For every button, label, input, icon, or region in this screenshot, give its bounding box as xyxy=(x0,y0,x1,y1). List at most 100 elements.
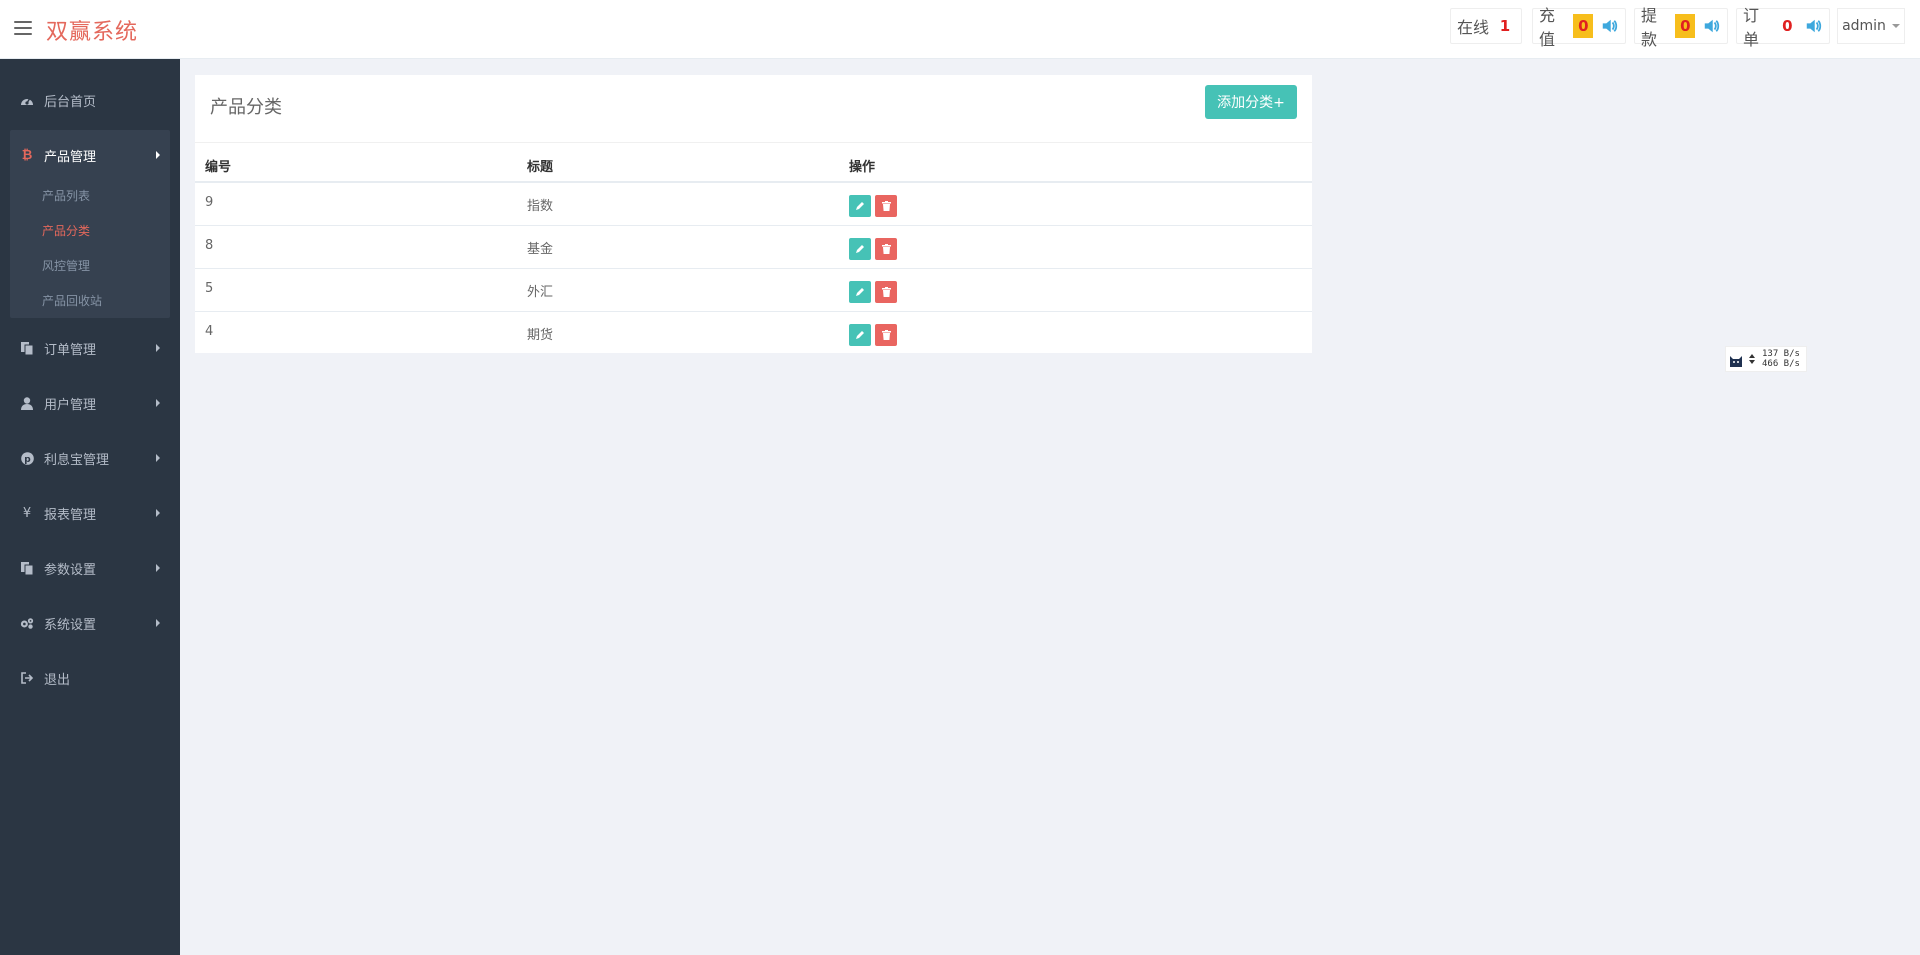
submenu-item-recycle-bin[interactable]: 产品回收站 xyxy=(42,292,102,309)
row-id: 5 xyxy=(205,281,214,296)
sidebar: 后台首页 ₿ 产品管理 产品列表 产品分类 风控管理 产品回收站 订单管理 用户… xyxy=(0,59,180,955)
sidebar-item-logout[interactable]: 退出 xyxy=(0,658,180,698)
chevron-down-icon xyxy=(1891,24,1900,28)
sidebar-item-label: 产品管理 xyxy=(44,149,97,165)
sidebar-item-label: 退出 xyxy=(44,672,71,688)
upload-speed: 137 B/s xyxy=(1762,349,1800,359)
speaker-icon[interactable] xyxy=(1805,16,1823,36)
network-speed-widget[interactable]: 137 B/s 466 B/s xyxy=(1725,346,1807,372)
table-header: 编号 标题 操作 xyxy=(195,142,1312,183)
stat-count: 0 xyxy=(1573,14,1594,38)
pencil-icon xyxy=(856,288,864,296)
user-menu[interactable]: admin xyxy=(1837,8,1905,44)
delete-button[interactable] xyxy=(875,238,897,260)
trash-icon xyxy=(881,201,891,211)
trash-icon xyxy=(881,287,891,297)
dashboard-icon xyxy=(20,93,34,107)
stat-recharge[interactable]: 充值 0 xyxy=(1532,6,1626,49)
edit-button[interactable] xyxy=(849,324,871,346)
user-icon xyxy=(20,396,34,410)
submenu-item-product-list[interactable]: 产品列表 xyxy=(42,187,90,204)
stat-count: 0 xyxy=(1675,14,1696,38)
chevron-right-icon xyxy=(156,619,160,627)
sidebar-item-params[interactable]: 参数设置 xyxy=(0,548,180,588)
menu-toggle-icon[interactable] xyxy=(14,21,32,35)
trash-icon xyxy=(881,330,891,340)
row-title: 期货 xyxy=(527,328,554,343)
stat-label: 在线 xyxy=(1457,18,1490,37)
row-id: 9 xyxy=(205,195,214,210)
stat-label: 充值 xyxy=(1539,6,1556,49)
stat-count: 1 xyxy=(1495,14,1515,38)
trash-icon xyxy=(881,244,891,254)
row-title: 外汇 xyxy=(527,285,554,300)
column-header-actions: 操作 xyxy=(849,160,876,175)
speaker-icon[interactable] xyxy=(1601,16,1619,36)
stat-label: 提款 xyxy=(1641,6,1658,49)
cat-icon xyxy=(1730,356,1742,367)
brand-title[interactable]: 双赢系统 xyxy=(46,14,138,46)
pencil-icon xyxy=(856,202,864,210)
chevron-right-icon xyxy=(156,151,160,159)
stat-orders[interactable]: 订单 0 xyxy=(1736,6,1830,49)
pinterest-icon: p xyxy=(20,451,34,465)
sidebar-item-interest[interactable]: p 利息宝管理 xyxy=(0,438,180,478)
chevron-right-icon xyxy=(156,344,160,352)
sidebar-item-users[interactable]: 用户管理 xyxy=(0,383,180,423)
sort-icon xyxy=(1749,354,1755,364)
sidebar-item-reports[interactable]: ¥ 报表管理 xyxy=(0,493,180,533)
stat-online[interactable]: 在线 1 xyxy=(1450,8,1522,44)
page-title: 产品分类 xyxy=(210,97,282,118)
pencil-icon xyxy=(856,245,864,253)
download-speed: 466 B/s xyxy=(1762,359,1800,369)
table-row: 8 基金 xyxy=(195,226,1312,269)
sign-out-icon xyxy=(20,671,34,685)
delete-button[interactable] xyxy=(875,281,897,303)
chevron-right-icon xyxy=(156,509,160,517)
column-header-title: 标题 xyxy=(527,160,554,175)
delete-button[interactable] xyxy=(875,324,897,346)
column-header-id: 编号 xyxy=(205,160,232,175)
copy-icon xyxy=(20,341,34,355)
table-row: 4 期货 xyxy=(195,312,1312,355)
sidebar-item-label: 报表管理 xyxy=(44,507,97,523)
user-name: admin xyxy=(1842,18,1886,34)
pencil-icon xyxy=(856,331,864,339)
edit-button[interactable] xyxy=(849,238,871,260)
sidebar-item-label: 用户管理 xyxy=(44,397,97,413)
bitcoin-icon: ₿ xyxy=(21,148,33,163)
chevron-right-icon xyxy=(156,564,160,572)
top-header: 双赢系统 在线 1 充值 0 提款 0 订单 0 admin xyxy=(0,0,1920,59)
sidebar-item-label: 系统设置 xyxy=(44,617,97,633)
row-title: 基金 xyxy=(527,242,554,257)
stat-withdraw[interactable]: 提款 0 xyxy=(1634,6,1728,49)
row-title: 指数 xyxy=(527,199,554,214)
sidebar-item-products[interactable]: ₿ 产品管理 xyxy=(10,135,170,175)
sidebar-item-dashboard[interactable]: 后台首页 xyxy=(0,80,180,120)
delete-button[interactable] xyxy=(875,195,897,217)
stat-label: 订单 xyxy=(1743,6,1760,49)
stat-count: 0 xyxy=(1777,14,1798,38)
copy-icon xyxy=(20,561,34,575)
sidebar-item-label: 后台首页 xyxy=(44,94,97,110)
row-id: 8 xyxy=(205,238,214,253)
yen-icon: ¥ xyxy=(22,505,32,521)
speaker-icon[interactable] xyxy=(1703,16,1721,36)
sidebar-item-label: 订单管理 xyxy=(44,342,97,358)
sidebar-item-system[interactable]: 系统设置 xyxy=(0,603,180,643)
edit-button[interactable] xyxy=(849,195,871,217)
sidebar-item-label: 利息宝管理 xyxy=(44,452,110,468)
submenu-item-risk-control[interactable]: 风控管理 xyxy=(42,257,90,274)
table-row: 9 指数 xyxy=(195,183,1312,226)
edit-button[interactable] xyxy=(849,281,871,303)
submenu-item-product-category[interactable]: 产品分类 xyxy=(42,222,90,239)
sidebar-item-label: 参数设置 xyxy=(44,562,97,578)
chevron-right-icon xyxy=(156,399,160,407)
add-category-button[interactable]: 添加分类+ xyxy=(1205,85,1297,119)
row-id: 4 xyxy=(205,324,214,339)
table-row: 5 外汇 xyxy=(195,269,1312,312)
cogs-icon xyxy=(20,616,34,630)
sidebar-item-orders[interactable]: 订单管理 xyxy=(0,328,180,368)
category-panel: 产品分类 添加分类+ 编号 标题 操作 9 指数 8 基金 5 外汇 4 期货 xyxy=(195,75,1312,353)
chevron-right-icon xyxy=(156,454,160,462)
